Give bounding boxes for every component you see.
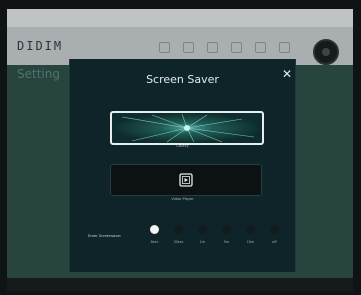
sleep-option-off[interactable] bbox=[270, 225, 279, 234]
galaxy-preview bbox=[121, 113, 255, 143]
close-icon[interactable]: ✕ bbox=[282, 67, 292, 81]
sleep-option-8sec[interactable] bbox=[150, 225, 159, 234]
sleep-option-label: 10m bbox=[246, 240, 255, 244]
screen-saver-modal: Screen Saver ✕ Galaxy Video Player Enter… bbox=[69, 59, 296, 272]
app: DIDIM Setting Screen Saver ✕ Galaxy Vide… bbox=[0, 0, 361, 295]
video-player-option[interactable] bbox=[110, 164, 262, 196]
sleep-option-30sec[interactable] bbox=[174, 225, 183, 234]
home-icon[interactable] bbox=[159, 42, 170, 53]
grid-icon[interactable] bbox=[207, 42, 218, 53]
galaxy-option[interactable] bbox=[110, 111, 264, 145]
sleep-option-1m[interactable] bbox=[198, 225, 207, 234]
sleep-option-label: off bbox=[272, 240, 277, 244]
settings-icon[interactable] bbox=[279, 42, 290, 53]
bottom-bar bbox=[7, 278, 353, 291]
sleep-timer-label: Enter Screensaver bbox=[88, 234, 122, 238]
sleep-option-5m[interactable] bbox=[222, 225, 231, 234]
sleep-option-10m[interactable] bbox=[246, 225, 255, 234]
sleep-option-label: 1m bbox=[199, 240, 206, 244]
sleep-option-label: 5m bbox=[223, 240, 230, 244]
lock-icon[interactable] bbox=[183, 42, 194, 53]
sleep-option-label: 8sec bbox=[150, 240, 159, 244]
video-player-caption: Video Player bbox=[171, 197, 194, 201]
user-icon[interactable] bbox=[255, 42, 266, 53]
film-icon bbox=[179, 173, 193, 187]
battery-icon[interactable] bbox=[231, 42, 242, 53]
app-logo: DIDIM bbox=[17, 39, 64, 53]
page-title: Setting bbox=[17, 67, 60, 81]
dial-knob[interactable] bbox=[313, 39, 339, 65]
modal-title: Screen Saver bbox=[146, 73, 219, 86]
status-bar bbox=[7, 9, 353, 27]
sleep-option-label: 30sec bbox=[173, 240, 184, 244]
screen: DIDIM Setting Screen Saver ✕ Galaxy Vide… bbox=[7, 9, 353, 291]
galaxy-caption: Galaxy bbox=[176, 144, 189, 148]
